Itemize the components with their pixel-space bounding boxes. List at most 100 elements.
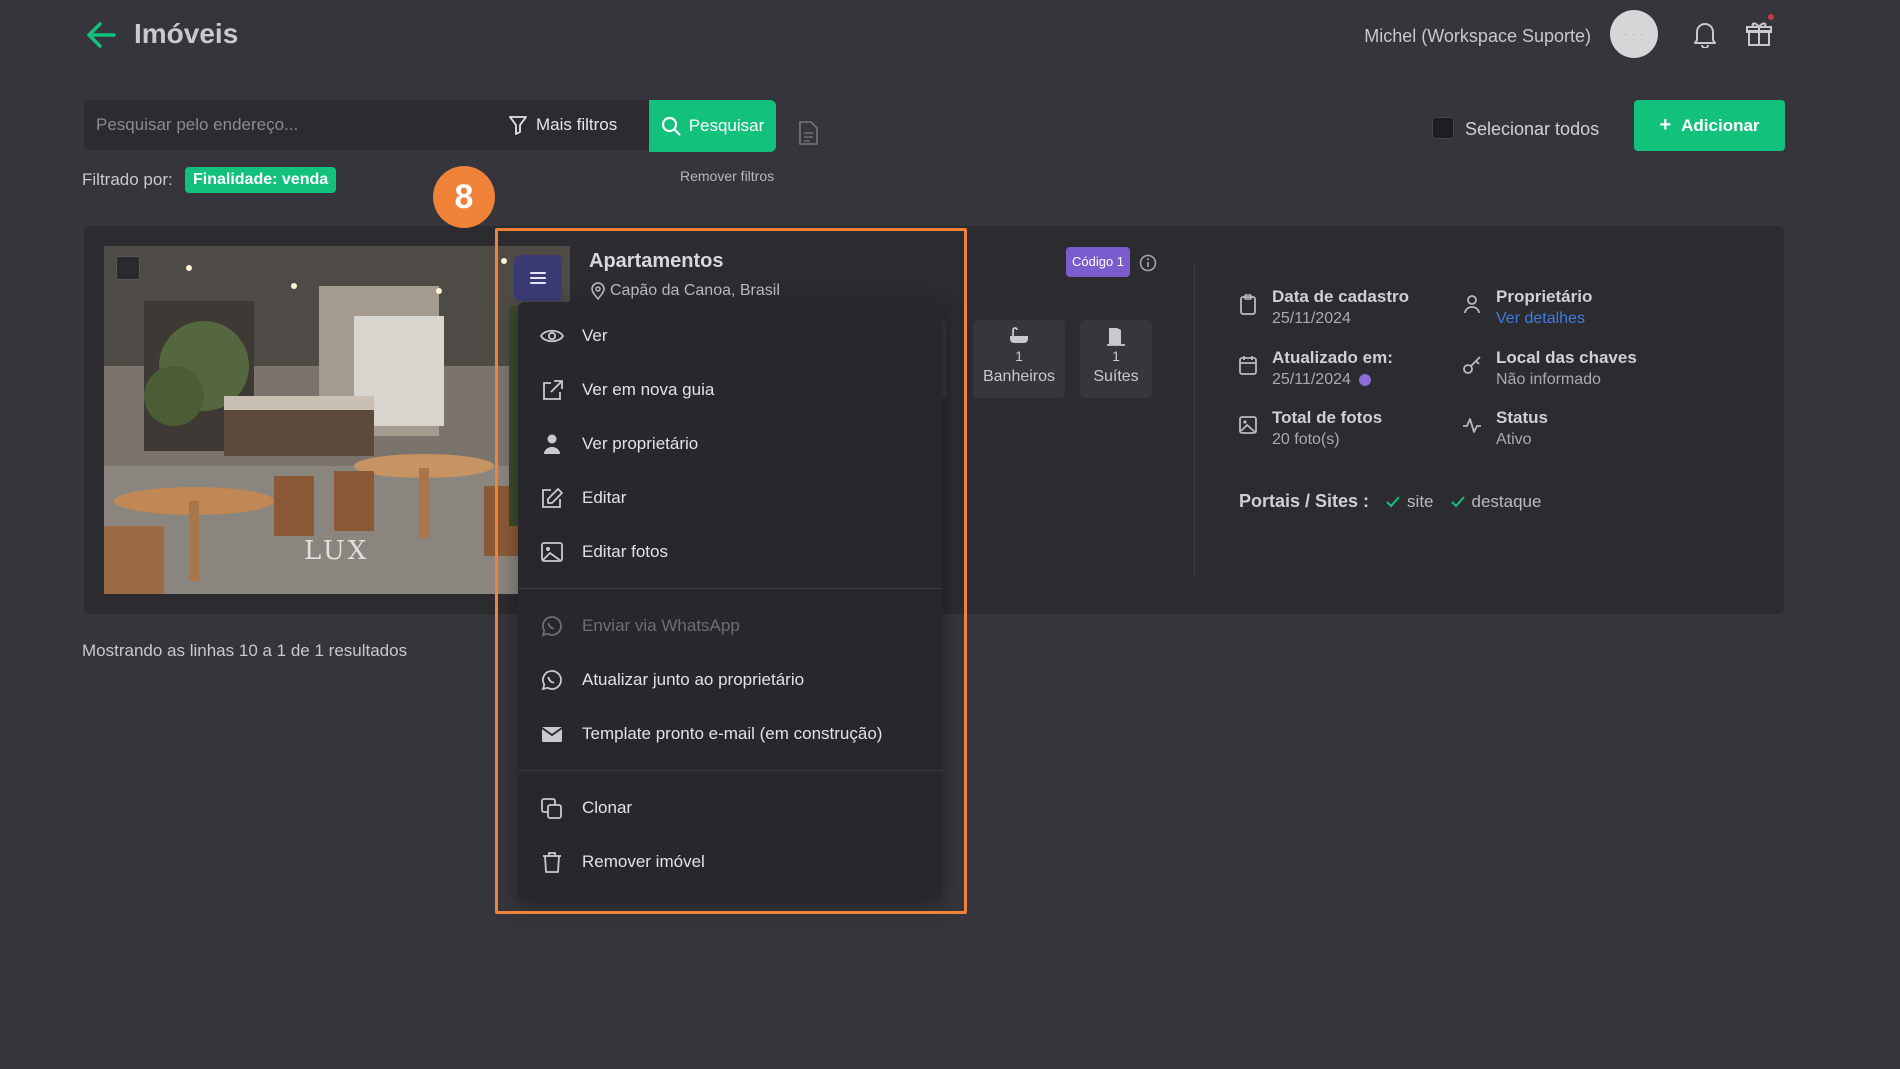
property-title[interactable]: Apartamentos bbox=[589, 250, 723, 273]
menu-item-editar[interactable]: Editar bbox=[540, 478, 626, 518]
bell-icon[interactable] bbox=[1692, 20, 1718, 48]
avatar-placeholder: · · · bbox=[1623, 28, 1645, 40]
updated-value: 25/11/2024 bbox=[1272, 371, 1351, 388]
check-icon bbox=[1386, 495, 1400, 507]
menu-separator bbox=[518, 588, 942, 589]
select-all-checkbox[interactable] bbox=[1432, 117, 1454, 139]
meta-owner: Proprietário Ver detalhes bbox=[1462, 287, 1592, 328]
meta-photos: Total de fotos 20 foto(s) bbox=[1238, 408, 1382, 449]
meta-created: Data de cadastro 25/11/2024 bbox=[1238, 287, 1409, 328]
menu-item-ver[interactable]: Ver bbox=[540, 316, 608, 356]
hamburger-icon bbox=[530, 272, 546, 284]
keys-label: Local das chaves bbox=[1496, 348, 1637, 367]
menu-item-editar-fotos[interactable]: Editar fotos bbox=[540, 532, 668, 572]
portal-site: site bbox=[1385, 491, 1434, 512]
menu-item-label: Ver em nova guia bbox=[582, 380, 715, 399]
menu-item-template-email[interactable]: Template pronto e-mail (em construção) bbox=[540, 714, 882, 754]
activity-icon bbox=[1463, 418, 1481, 433]
user-icon bbox=[544, 434, 560, 454]
clipboard-icon bbox=[1240, 294, 1256, 315]
back-arrow-icon[interactable] bbox=[84, 18, 120, 52]
menu-item-enviar-whatsapp: Enviar via WhatsApp bbox=[540, 606, 740, 646]
notification-dot bbox=[1768, 14, 1774, 20]
calendar-icon bbox=[1239, 356, 1257, 375]
bathrooms-label: Banheiros bbox=[982, 368, 1056, 385]
edit-icon bbox=[542, 488, 563, 508]
updated-label: Atualizado em: bbox=[1272, 348, 1393, 367]
created-label: Data de cadastro bbox=[1272, 287, 1409, 306]
info-icon[interactable] bbox=[1139, 254, 1157, 272]
bathrooms-count: 1 bbox=[1015, 348, 1023, 364]
menu-item-label: Clonar bbox=[582, 798, 633, 817]
photo-watermark: LUX bbox=[304, 536, 370, 566]
external-link-icon bbox=[543, 380, 563, 400]
property-photo[interactable]: LUX bbox=[104, 246, 570, 594]
filtered-by-label: Filtrado por: bbox=[82, 170, 173, 189]
avatar[interactable]: · · · bbox=[1610, 10, 1658, 58]
portals-label: Portais / Sites : bbox=[1239, 491, 1370, 511]
door-icon bbox=[1107, 328, 1125, 346]
menu-item-label: Ver bbox=[582, 326, 608, 345]
active-filter-tag[interactable]: Finalidade: venda bbox=[185, 167, 337, 193]
gift-icon[interactable] bbox=[1745, 20, 1773, 48]
suites-count: 1 bbox=[1112, 348, 1120, 364]
property-select-checkbox[interactable] bbox=[116, 256, 140, 280]
top-header: Imóveis Michel (Workspace Suporte) · · · bbox=[0, 0, 1900, 70]
whatsapp-icon bbox=[541, 616, 562, 637]
filter-icon bbox=[509, 116, 527, 135]
search-button[interactable]: Pesquisar bbox=[649, 100, 776, 152]
suites-label: Suítes bbox=[1093, 368, 1139, 385]
portal-destaque-label: destaque bbox=[1471, 491, 1542, 511]
keys-value: Não informado bbox=[1496, 371, 1601, 388]
created-value: 25/11/2024 bbox=[1272, 310, 1351, 327]
key-icon bbox=[1463, 356, 1481, 374]
menu-item-clonar[interactable]: Clonar bbox=[540, 788, 632, 828]
feature-suites: 1 Suítes bbox=[1080, 320, 1152, 398]
menu-item-label: Enviar via WhatsApp bbox=[582, 616, 740, 635]
add-button[interactable]: + Adicionar bbox=[1634, 100, 1785, 151]
more-filters-button[interactable]: Mais filtros bbox=[508, 100, 617, 150]
meta-updated: Atualizado em: 25/11/2024 bbox=[1238, 348, 1393, 389]
photos-label: Total de fotos bbox=[1272, 408, 1383, 427]
image-icon bbox=[1239, 416, 1257, 434]
eye-icon bbox=[540, 329, 564, 343]
document-icon[interactable] bbox=[797, 120, 819, 146]
feature-bathrooms: 1 Banheiros bbox=[973, 320, 1065, 398]
meta-keys: Local das chaves Não informado bbox=[1462, 348, 1637, 389]
menu-item-label: Template pronto e-mail (em construção) bbox=[582, 724, 883, 743]
portal-destaque: destaque bbox=[1450, 491, 1542, 512]
status-label: Status bbox=[1496, 408, 1548, 427]
add-button-label: Adicionar bbox=[1681, 115, 1760, 135]
page-title: Imóveis bbox=[134, 18, 239, 49]
mail-icon bbox=[541, 727, 563, 742]
more-filters-label: Mais filtros bbox=[536, 115, 618, 134]
menu-item-ver-proprietario[interactable]: Ver proprietário bbox=[540, 424, 698, 464]
status-value: Ativo bbox=[1496, 431, 1532, 448]
owner-label: Proprietário bbox=[1496, 287, 1593, 306]
property-code-badge: Código 1 bbox=[1066, 247, 1131, 277]
check-icon bbox=[1450, 495, 1465, 507]
whatsapp-icon bbox=[541, 670, 562, 691]
menu-item-remover-imovel[interactable]: Remover imóvel bbox=[540, 842, 705, 882]
portal-site-label: site bbox=[1407, 491, 1434, 511]
menu-item-label: Remover imóvel bbox=[582, 852, 705, 871]
card-divider bbox=[1194, 262, 1195, 576]
menu-item-atualizar-proprietario[interactable]: Atualizar junto ao proprietário bbox=[540, 660, 804, 700]
actions-menu-button[interactable] bbox=[514, 255, 562, 301]
search-icon bbox=[661, 116, 681, 136]
meta-status: Status Ativo bbox=[1462, 408, 1548, 449]
menu-separator bbox=[518, 770, 942, 771]
workspace-user-name[interactable]: Michel (Workspace Suporte) bbox=[1364, 26, 1591, 47]
property-location: Capão da Canoa, Brasil bbox=[590, 282, 780, 300]
remove-filters-link[interactable]: Remover filtros bbox=[680, 168, 774, 184]
owner-details-link[interactable]: Ver detalhes bbox=[1496, 310, 1592, 328]
actions-context-menu: Ver Ver em nova guia Ver proprietário Ed… bbox=[518, 302, 942, 900]
location-pin-icon bbox=[591, 282, 605, 300]
search-input[interactable] bbox=[96, 100, 476, 150]
user-icon bbox=[1464, 295, 1480, 314]
copy-icon bbox=[541, 798, 562, 819]
select-all-label[interactable]: Selecionar todos bbox=[1465, 119, 1599, 140]
menu-item-label: Editar fotos bbox=[582, 542, 668, 561]
menu-item-label: Atualizar junto ao proprietário bbox=[582, 670, 805, 689]
menu-item-ver-nova-guia[interactable]: Ver em nova guia bbox=[540, 370, 714, 410]
